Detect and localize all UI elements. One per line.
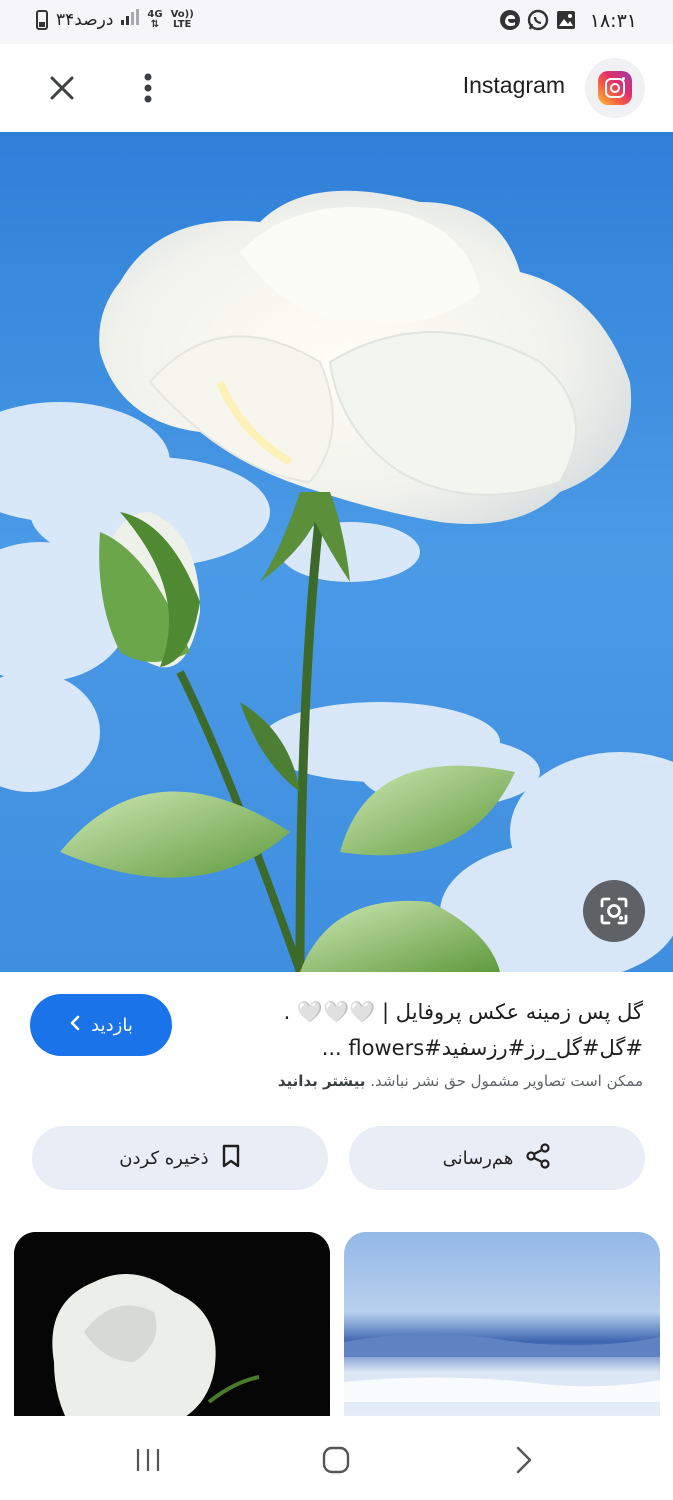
status-bar: ۳۴درصد 4G ⇅ Vo)) LTE ۱۸:۳۱ [0, 0, 673, 44]
battery-icon [36, 9, 48, 30]
visit-label: بازدید [91, 1014, 133, 1036]
share-label: هم‌رسانی [442, 1147, 514, 1169]
google-lens-icon[interactable] [583, 880, 645, 942]
volte-icon: Vo)) LTE [170, 8, 194, 30]
back-icon[interactable] [494, 1440, 554, 1480]
more-vert-icon[interactable] [124, 66, 172, 110]
status-time: ۱۸:۳۱ [589, 10, 637, 32]
recents-icon[interactable] [118, 1440, 178, 1480]
copyright-notice: ممکن است تصاویر مشمول حق نشر نباشد. بیشت… [278, 1072, 643, 1090]
copyright-text: ممکن است تصاویر مشمول حق نشر نباشد. [370, 1072, 643, 1090]
network-4g-icon: 4G ⇅ [147, 8, 163, 30]
main-image[interactable] [0, 132, 673, 972]
related-image-2[interactable] [344, 1232, 660, 1432]
visit-button[interactable]: بازدید [30, 994, 172, 1056]
chevron-left-icon [69, 1015, 81, 1036]
whatsapp-icon [527, 9, 549, 31]
related-image-1[interactable] [14, 1232, 330, 1432]
caption-line-1: گل پس زمینه عکس پروفایل | 🤍🤍🤍 . [283, 1000, 643, 1024]
signal-icon [121, 9, 140, 30]
status-left: ۳۴درصد 4G ⇅ Vo)) LTE [36, 9, 194, 30]
viewer-header: Instagram [0, 44, 673, 132]
save-label: ذخیره کردن [119, 1147, 209, 1169]
result-title[interactable]: گل پس زمینه عکس پروفایل | 🤍🤍🤍 . #گل#گل_ر… [213, 994, 643, 1066]
share-button[interactable]: هم‌رسانی [349, 1126, 645, 1190]
learn-more-link[interactable]: بیشتر بدانید [278, 1072, 366, 1090]
caption-line-2: #گل#گل_رز#رزسفید#flowers ... [321, 1036, 643, 1060]
battery-text: ۳۴درصد [56, 9, 114, 30]
source-title[interactable]: Instagram [463, 72, 565, 99]
gallery-icon [555, 9, 577, 31]
edge-icon [499, 9, 521, 31]
home-icon[interactable] [306, 1440, 366, 1480]
share-icon [525, 1142, 551, 1174]
notification-icons [499, 9, 577, 31]
save-button[interactable]: ذخیره کردن [32, 1126, 328, 1190]
system-nav-bar [0, 1416, 673, 1500]
instagram-logo-icon[interactable] [585, 58, 645, 118]
bookmark-icon [221, 1144, 241, 1173]
close-icon[interactable] [38, 66, 86, 110]
